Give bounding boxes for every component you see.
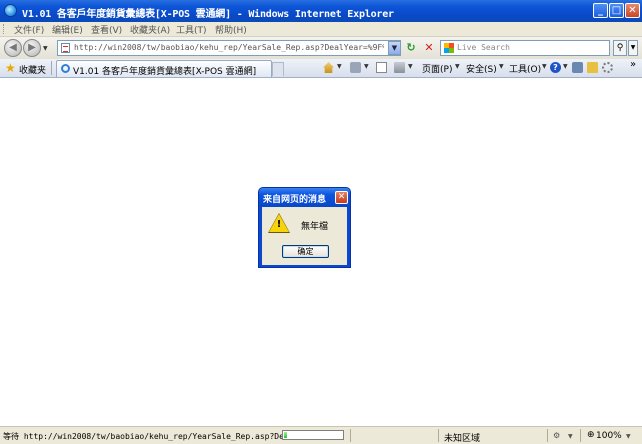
page-icon: [61, 43, 70, 53]
help-caret-icon[interactable]: ▼: [563, 63, 568, 70]
tools-caret-icon[interactable]: ▼: [542, 63, 547, 70]
help-icon[interactable]: ?: [550, 62, 561, 73]
onenote-icon[interactable]: [587, 62, 598, 73]
live-search-icon: [444, 43, 454, 53]
window-title: V1.01 各客戶年度銷貨彙總表[X-POS 雲通網] - Windows In…: [22, 9, 394, 20]
menu-view[interactable]: 查看(V): [91, 23, 122, 36]
home-caret-icon[interactable]: ▼: [337, 63, 342, 70]
dialog-message: 無年檔: [301, 222, 329, 232]
page-caret-icon[interactable]: ▼: [455, 63, 460, 70]
forward-button[interactable]: ▶: [23, 39, 41, 57]
browser-window: V1.01 各客戶年度銷貨彙總表[X-POS 雲通網] - Windows In…: [0, 0, 642, 444]
search-button[interactable]: ⚲: [613, 40, 627, 56]
star-icon[interactable]: ★: [5, 62, 16, 74]
address-toolbar: ◀ ▶ ▼ http://win2008/tw/baobiao/kehu_rep…: [0, 37, 642, 59]
alert-dialog: 来自网页的消息 ✕ ! 無年檔 确定: [258, 187, 351, 268]
status-divider: [350, 429, 351, 442]
menu-bar: 文件(F) 编辑(E) 查看(V) 收藏夹(A) 工具(T) 帮助(H): [0, 22, 642, 37]
status-bar: 等待 http://win2008/tw/baobiao/kehu_rep/Ye…: [0, 426, 642, 444]
address-dropdown-button[interactable]: ▼: [388, 41, 401, 55]
gear-icon[interactable]: [602, 62, 613, 73]
tab-separator: [51, 61, 52, 75]
home-icon[interactable]: [323, 62, 334, 73]
new-tab-button[interactable]: [272, 62, 284, 76]
tools-menu[interactable]: 工具(O): [509, 62, 541, 75]
zoom-icon[interactable]: ⊕: [587, 430, 595, 440]
ok-button[interactable]: 确定: [282, 245, 329, 258]
menu-tools[interactable]: 工具(T): [176, 23, 207, 36]
close-window-button[interactable]: ✕: [625, 3, 640, 18]
page-menu[interactable]: 页面(P): [422, 62, 452, 75]
toolbar-chevron[interactable]: »: [630, 59, 636, 70]
dialog-body: ! 無年檔 确定: [262, 207, 347, 265]
recent-pages-caret-icon[interactable]: ▼: [43, 45, 48, 52]
search-options-button[interactable]: ▼: [628, 40, 638, 56]
ie-globe-icon: [4, 4, 17, 17]
feeds-icon[interactable]: [350, 62, 361, 73]
protected-mode-caret-icon[interactable]: ▼: [568, 433, 573, 440]
feeds-caret-icon[interactable]: ▼: [364, 63, 369, 70]
progress-fill: [284, 432, 287, 438]
tab-title: V1.01 各客戶年度銷貨彙總表[X-POS 雲通網]: [73, 67, 257, 77]
menu-help[interactable]: 帮助(H): [215, 23, 247, 36]
dialog-title-bar: 来自网页的消息 ✕: [259, 188, 350, 207]
title-bar: V1.01 各客戶年度銷貨彙總表[X-POS 雲通網] - Windows In…: [0, 0, 642, 22]
menu-edit[interactable]: 编辑(E): [52, 23, 83, 36]
tab-active[interactable]: V1.01 各客戶年度銷貨彙總表[X-POS 雲通網]: [56, 60, 272, 77]
status-divider: [438, 429, 439, 442]
tab-toolbar: ★ 收藏夹 V1.01 各客戶年度銷貨彙總表[X-POS 雲通網] ▼ ▼ ▼ …: [0, 59, 642, 78]
mail-icon[interactable]: [376, 62, 387, 73]
print-caret-icon[interactable]: ▼: [408, 63, 413, 70]
back-button[interactable]: ◀: [4, 39, 22, 57]
stop-button[interactable]: ✕: [421, 40, 437, 56]
security-zone[interactable]: 未知区域: [444, 431, 480, 444]
menu-favorites[interactable]: 收藏夹(A): [130, 23, 170, 36]
search-placeholder[interactable]: Live Search: [457, 43, 510, 52]
menu-file[interactable]: 文件(F): [14, 23, 44, 36]
zoom-caret-icon[interactable]: ▼: [626, 433, 631, 440]
menu-grip: [3, 24, 6, 34]
protected-mode-icon[interactable]: ⚙: [553, 431, 560, 440]
address-bar[interactable]: http://win2008/tw/baobiao/kehu_rep/YearS…: [57, 40, 401, 56]
minimize-button[interactable]: _: [593, 3, 608, 18]
status-divider: [547, 429, 548, 442]
dialog-close-button[interactable]: ✕: [335, 191, 348, 204]
ie-page-icon: [61, 64, 70, 73]
refresh-button[interactable]: ↻: [403, 40, 419, 56]
dialog-title: 来自网页的消息: [263, 195, 327, 205]
address-url[interactable]: http://win2008/tw/baobiao/kehu_rep/YearS…: [74, 43, 384, 52]
research-icon[interactable]: [572, 62, 583, 73]
warning-mark: !: [276, 219, 282, 230]
maximize-button[interactable]: □: [609, 3, 624, 18]
favorites-button[interactable]: 收藏夹: [19, 63, 46, 76]
search-box[interactable]: Live Search: [440, 40, 610, 56]
status-divider: [580, 429, 581, 442]
progress-bar: [282, 430, 344, 440]
zoom-level[interactable]: 100%: [596, 431, 622, 441]
safety-caret-icon[interactable]: ▼: [499, 63, 504, 70]
print-icon[interactable]: [394, 62, 405, 73]
safety-menu[interactable]: 安全(S): [466, 62, 497, 75]
